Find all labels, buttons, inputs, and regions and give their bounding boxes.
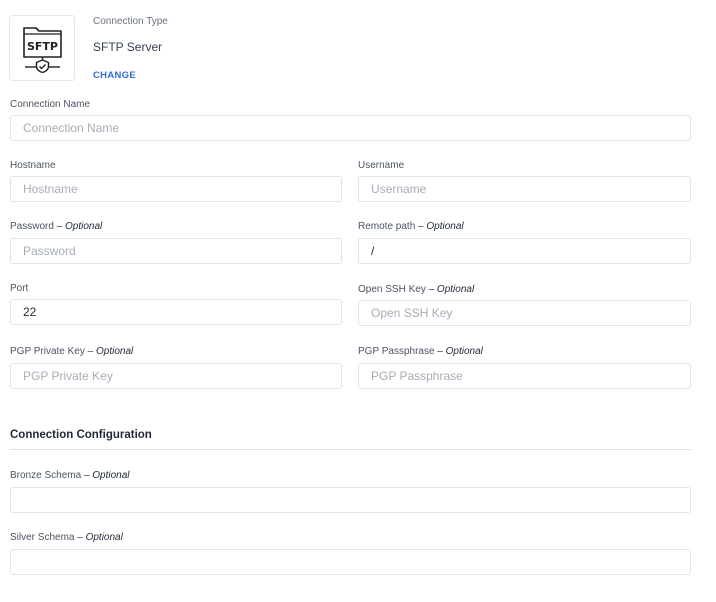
connection-name-label: Connection Name	[10, 99, 91, 110]
silver-schema-label: Silver Schema – Optional	[10, 532, 123, 543]
open-ssh-key-input[interactable]: Open SSH Key	[358, 300, 691, 326]
connection-name-input[interactable]: Connection Name	[10, 115, 691, 141]
open-ssh-key-label: Open SSH Key – Optional	[358, 284, 475, 295]
password-input[interactable]: Password	[10, 238, 342, 264]
username-label: Username	[358, 160, 405, 171]
change-connection-type-link[interactable]: CHANGE	[93, 70, 136, 81]
sftp-server-icon: SFTP	[23, 27, 62, 73]
port-label: Port	[10, 283, 29, 294]
remote-path-label: Remote path – Optional	[358, 221, 464, 232]
pgp-passphrase-label: PGP Passphrase – Optional	[358, 346, 483, 357]
connection-type-card: SFTP	[9, 15, 75, 81]
remote-path-input[interactable]: /	[358, 238, 691, 264]
pgp-passphrase-input[interactable]: PGP Passphrase	[358, 363, 691, 389]
bronze-schema-input[interactable]	[10, 487, 691, 513]
connection-type-caption: Connection Type	[93, 16, 168, 27]
section-divider	[10, 449, 691, 450]
pgp-private-key-input[interactable]: PGP Private Key	[10, 363, 342, 389]
port-input[interactable]: 22	[10, 299, 342, 325]
silver-schema-input[interactable]	[10, 549, 691, 575]
connection-configuration-title: Connection Configuration	[10, 429, 152, 441]
password-label: Password – Optional	[10, 221, 103, 232]
hostname-label: Hostname	[10, 160, 56, 171]
hostname-input[interactable]: Hostname	[10, 176, 342, 202]
connection-type-value: SFTP Server	[93, 40, 163, 54]
username-input[interactable]: Username	[358, 176, 691, 202]
svg-text:SFTP: SFTP	[27, 40, 58, 53]
pgp-private-key-label: PGP Private Key – Optional	[10, 346, 134, 357]
bronze-schema-label: Bronze Schema – Optional	[10, 470, 130, 481]
